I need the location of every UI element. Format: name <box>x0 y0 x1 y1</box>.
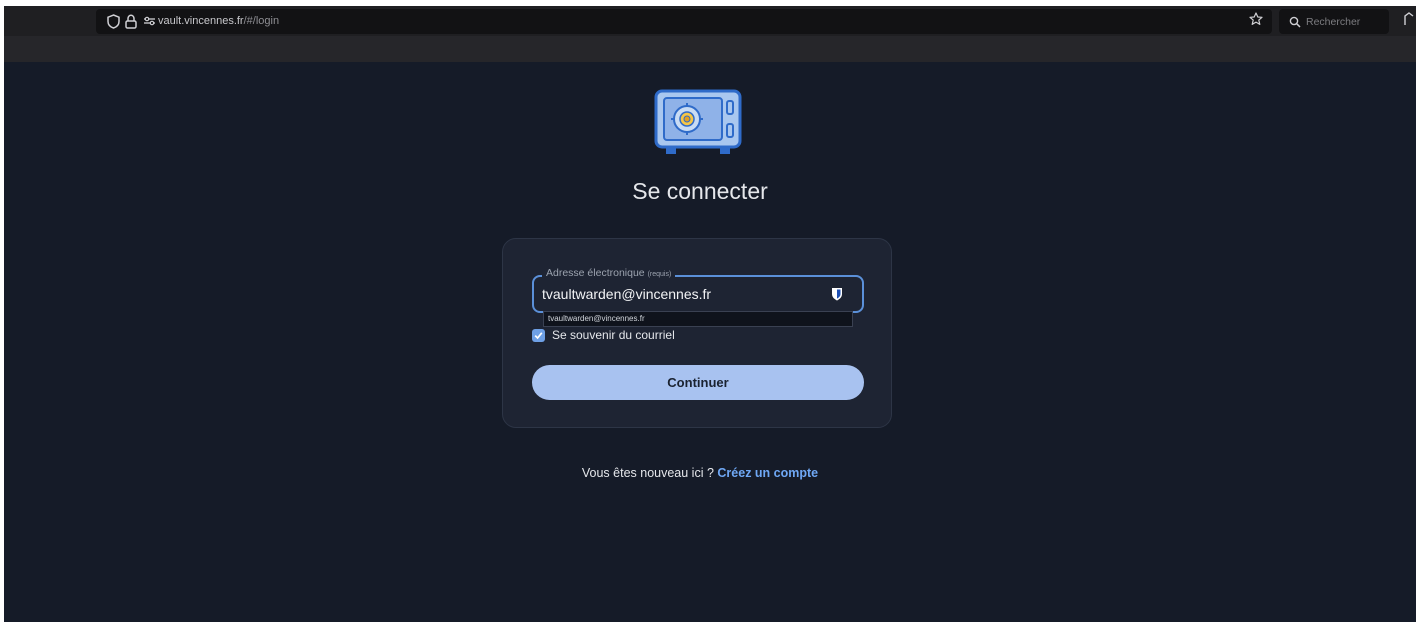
search-icon <box>1289 15 1301 33</box>
permissions-icon[interactable] <box>142 13 156 29</box>
new-here-text: Vous êtes nouveau ici ? <box>581 466 714 480</box>
email-label: Adresse électronique (requis) <box>542 267 676 279</box>
extensions-icon[interactable] <box>1404 12 1414 31</box>
page-title: Se connecter <box>632 178 768 204</box>
url-text[interactable]: vault.vincennes.fr/#/login <box>158 15 279 27</box>
url-domain: vault.vincennes.fr <box>158 15 244 27</box>
lock-icon[interactable] <box>124 13 138 29</box>
vault-logo <box>654 88 742 160</box>
required-marker: (requis) <box>647 271 672 278</box>
email-input[interactable] <box>534 284 824 304</box>
bookmark-star-icon[interactable] <box>1249 12 1263 31</box>
toolbar-strip <box>4 36 1416 62</box>
url-path: /#/login <box>243 15 280 27</box>
create-account-link[interactable]: Créez un compte <box>717 466 818 480</box>
continue-button[interactable]: Continuer <box>532 365 864 400</box>
login-card: Adresse électronique (requis) tvaultward… <box>502 238 892 428</box>
search-placeholder: Rechercher <box>1306 16 1361 28</box>
shield-icon[interactable] <box>106 13 120 29</box>
address-bar[interactable]: vault.vincennes.fr/#/login <box>96 9 1272 34</box>
remember-checkbox[interactable] <box>532 328 545 342</box>
new-account-prompt: Vous êtes nouveau ici ? Créez un compte <box>4 466 1396 480</box>
bitwarden-shield-icon[interactable] <box>831 287 843 306</box>
email-label-text: Adresse électronique <box>546 267 645 279</box>
browser-window: vault.vincennes.fr/#/login Rechercher Se… <box>4 6 1416 622</box>
remember-email[interactable]: Se souvenir du courriel <box>532 328 675 342</box>
browser-toolbar: vault.vincennes.fr/#/login Rechercher <box>4 6 1416 62</box>
checkmark-icon <box>534 331 543 339</box>
search-box[interactable]: Rechercher <box>1279 9 1389 34</box>
remember-label: Se souvenir du courriel <box>552 328 675 342</box>
autofill-suggestion[interactable]: tvaultwarden@vincennes.fr <box>543 311 853 327</box>
email-field[interactable]: Adresse électronique (requis) <box>532 267 864 313</box>
